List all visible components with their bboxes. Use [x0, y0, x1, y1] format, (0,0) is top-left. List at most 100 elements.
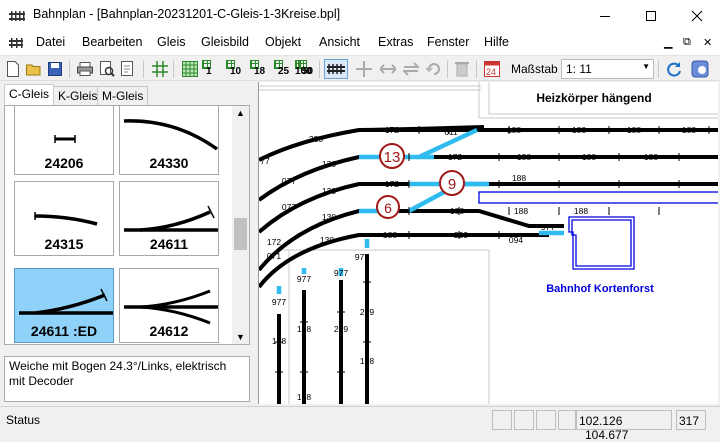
- palette-scrollbar[interactable]: ▲ ▼: [232, 106, 249, 344]
- grid-fine-button[interactable]: [180, 59, 200, 79]
- track-label: 188: [572, 125, 586, 135]
- track-label: 130: [322, 212, 336, 222]
- print-preview-button[interactable]: [97, 59, 117, 79]
- open-button[interactable]: [24, 59, 44, 79]
- turnout-number: 13: [384, 149, 401, 166]
- grid-10-button[interactable]: 10: [226, 60, 248, 79]
- toolbar-separator: [476, 60, 477, 78]
- menu-datei[interactable]: Datei: [36, 35, 65, 49]
- track-label: 77: [260, 156, 270, 166]
- print-button[interactable]: [75, 59, 95, 79]
- chevron-down-icon: ▼: [642, 62, 650, 71]
- new-file-button[interactable]: [3, 59, 23, 79]
- grid-25-button[interactable]: 25: [274, 60, 296, 79]
- scale-select[interactable]: 1: 11 ▼: [561, 59, 654, 79]
- menu-bearbeiten[interactable]: Bearbeiten: [82, 35, 142, 49]
- menu-fenster[interactable]: Fenster: [427, 35, 469, 49]
- palette-tile-24611-ed[interactable]: 24611 :ED: [14, 268, 114, 343]
- menu-objekt[interactable]: Objekt: [265, 35, 301, 49]
- refresh-button[interactable]: [664, 59, 684, 79]
- menu-ansicht[interactable]: Ansicht: [319, 35, 360, 49]
- rotate-icon: [426, 63, 440, 75]
- menu-extras[interactable]: Extras: [378, 35, 413, 49]
- tab-c-gleis[interactable]: C-Gleis: [4, 84, 55, 106]
- station-building[interactable]: [478, 191, 718, 270]
- grid-18-button[interactable]: 18: [250, 60, 272, 79]
- mdi-restore-icon[interactable]: ⧉: [683, 36, 691, 49]
- scale-label: Maßstab: [511, 62, 558, 76]
- title-bar: Bahnplan - [Bahnplan-20231201-C-Gleis-1-…: [0, 0, 720, 31]
- printer-icon: [77, 62, 93, 76]
- svg-text:24: 24: [486, 67, 496, 77]
- turnout-9[interactable]: 9: [439, 170, 465, 196]
- tile-label: 24330: [149, 155, 189, 171]
- palette-tile-24612[interactable]: 24612: [119, 268, 219, 343]
- help-button[interactable]: [690, 59, 710, 79]
- track-mode-button[interactable]: [324, 59, 348, 79]
- palette-tile-24206[interactable]: 24206: [14, 106, 114, 175]
- grid-toggle-button[interactable]: [150, 59, 170, 79]
- station-label: Bahnhof Kortenforst: [546, 283, 654, 295]
- document-track-icon: [9, 38, 23, 48]
- track-label: 172: [267, 237, 281, 247]
- toolbar-separator: [69, 60, 70, 78]
- maximize-button[interactable]: [628, 0, 674, 31]
- coord-x: 102.126: [579, 414, 623, 428]
- tab-m-gleis[interactable]: M-Gleis: [97, 86, 149, 105]
- track-plan-canvas[interactable]: Heizkörper hängend Bahnhof Kortenforst 3…: [258, 82, 718, 404]
- grid-100-button[interactable]: 100: [295, 60, 321, 79]
- grid-1-button[interactable]: 1: [202, 60, 224, 79]
- scrollbar-thumb[interactable]: [234, 218, 247, 250]
- track-label: 977: [355, 252, 369, 262]
- minimize-button[interactable]: [582, 0, 628, 31]
- window-title: Bahnplan - [Bahnplan-20231201-C-Gleis-1-…: [33, 7, 341, 21]
- track-label: 977: [297, 274, 311, 284]
- menu-bar: Datei Bearbeiten Gleis Gleisbild Objekt …: [0, 31, 720, 55]
- chevron-down-icon[interactable]: ▼: [236, 332, 245, 342]
- palette-tile-24611[interactable]: 24611: [119, 181, 219, 256]
- track-label: 977: [334, 268, 348, 278]
- track-label: 188: [582, 152, 596, 162]
- status-text: Status: [6, 413, 41, 427]
- track-label: 188: [507, 125, 521, 135]
- tab-k-gleis[interactable]: K-Gleis: [53, 86, 103, 105]
- turnout-6[interactable]: 6: [376, 195, 400, 219]
- page-setup-button[interactable]: [118, 59, 138, 79]
- refresh-icon: [667, 62, 681, 77]
- mdi-minimize-icon[interactable]: ▁: [664, 36, 672, 49]
- save-button[interactable]: [45, 59, 65, 79]
- menu-hilfe[interactable]: Hilfe: [484, 35, 509, 49]
- toolbar-separator: [319, 60, 320, 78]
- close-button[interactable]: [674, 0, 720, 31]
- chevron-up-icon[interactable]: ▲: [236, 108, 245, 118]
- coordinates-panel: 102.126 104.677: [576, 410, 672, 442]
- status-panel: [558, 410, 576, 430]
- status-panel: [514, 410, 534, 430]
- palette-tile-24330[interactable]: 24330: [119, 106, 219, 175]
- turnout-13[interactable]: 13: [379, 143, 405, 169]
- heater-label: Heizkörper hängend: [536, 91, 651, 105]
- track-label: 188: [517, 152, 531, 162]
- maximize-icon: [646, 10, 656, 21]
- track-label: 172: [385, 125, 399, 135]
- track-label: 130: [322, 186, 336, 196]
- track-label: 229: [360, 307, 374, 317]
- tile-label: 24315: [44, 236, 84, 252]
- palette-tile-24315[interactable]: 24315: [14, 181, 114, 256]
- trash-icon: [455, 62, 469, 77]
- status-panel: [536, 410, 556, 430]
- calendar-button[interactable]: 24: [482, 59, 502, 79]
- scale-value: 1: 11: [566, 62, 592, 76]
- menu-gleisbild[interactable]: Gleisbild: [201, 35, 249, 49]
- status-panel: [492, 410, 512, 430]
- page-setup-icon: [121, 61, 133, 76]
- track-icon: [327, 64, 345, 74]
- track-label: 130: [320, 235, 334, 245]
- mdi-close-icon[interactable]: ✕: [703, 36, 712, 49]
- coord-y: 104.677: [585, 428, 629, 442]
- toolbar-separator: [658, 60, 659, 78]
- menu-gleis[interactable]: Gleis: [157, 35, 185, 49]
- status-value-panel: 317: [676, 410, 706, 430]
- track-label: 188: [682, 125, 696, 135]
- mirror-button: [401, 59, 421, 79]
